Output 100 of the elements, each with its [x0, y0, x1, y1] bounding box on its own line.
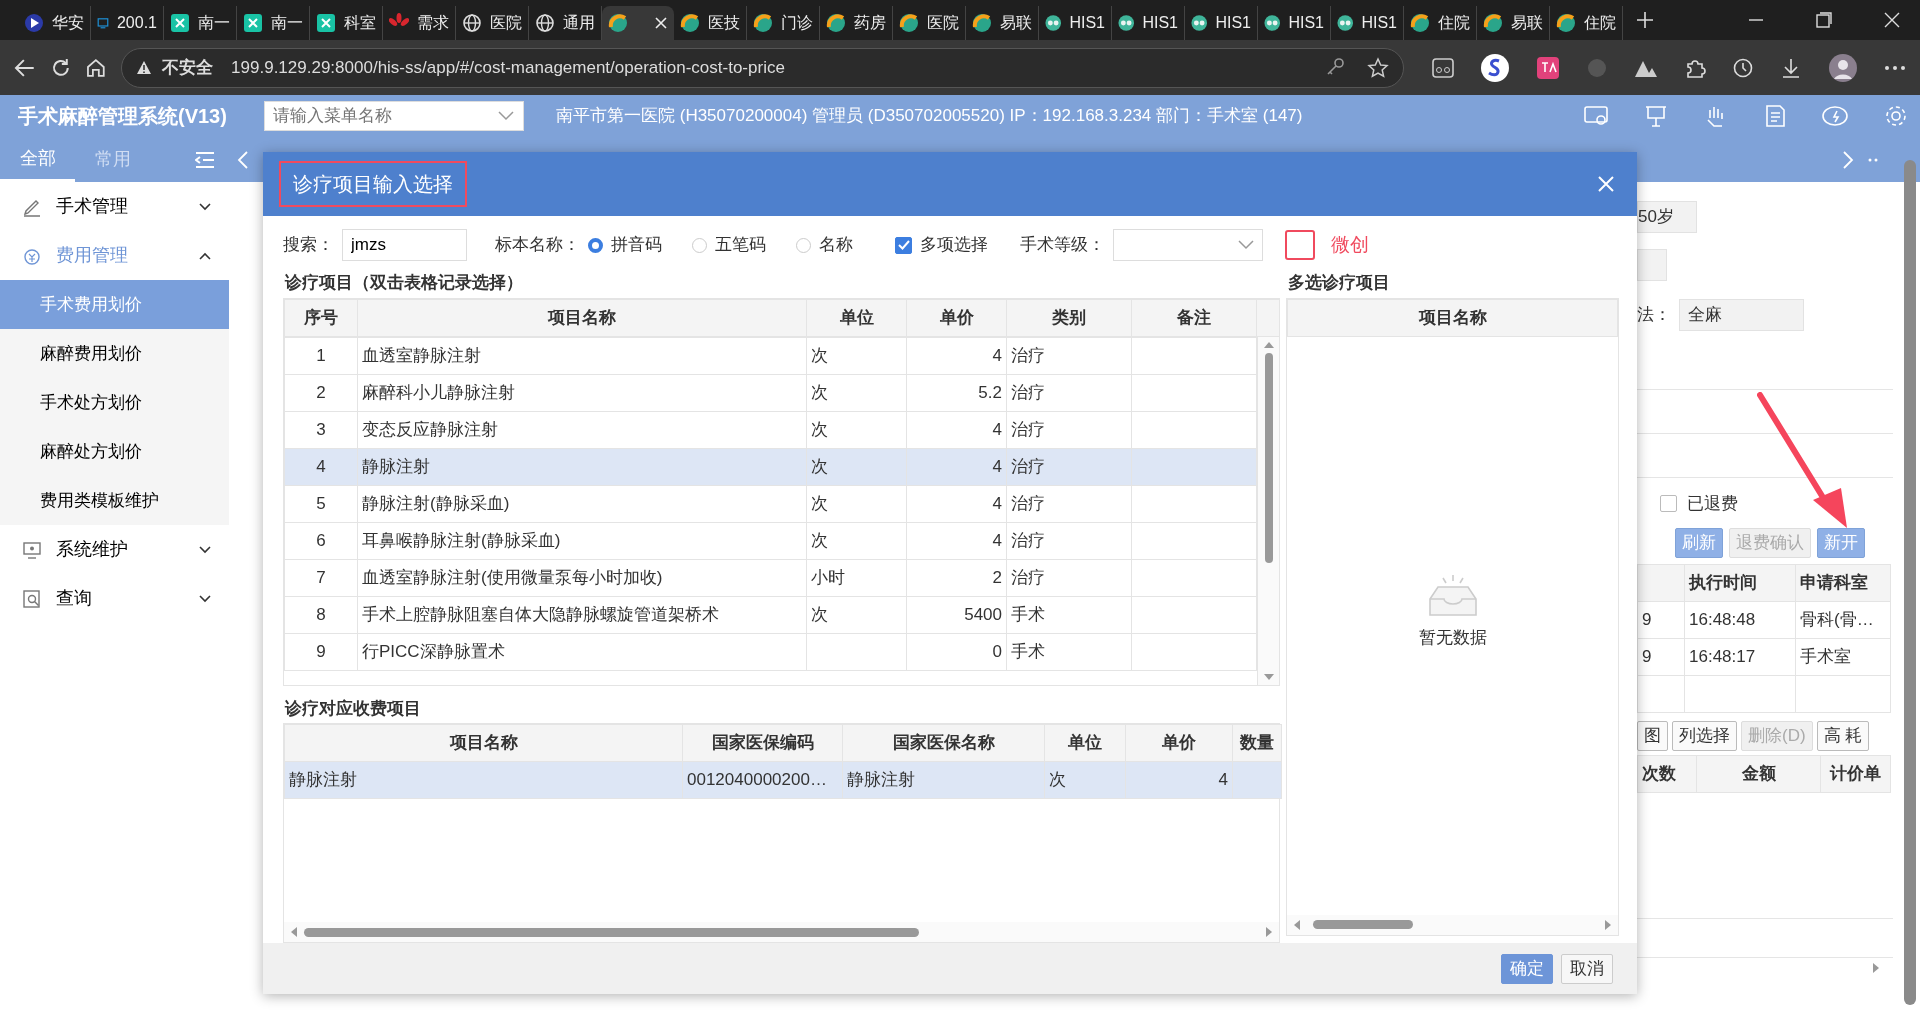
- table-cell: 治疗: [1006, 448, 1132, 485]
- card-icon[interactable]: [1584, 105, 1608, 127]
- menu-search-field[interactable]: 请输入菜单名称: [264, 101, 524, 131]
- table-cell: 4: [906, 448, 1007, 485]
- scroll-right-icon[interactable]: [1872, 961, 1880, 974]
- scrollbar[interactable]: [1257, 336, 1279, 685]
- table-cell: 7: [284, 559, 358, 596]
- table-cell: 4: [284, 448, 358, 485]
- table-cell: 治疗: [1006, 337, 1132, 374]
- app-title: 手术麻醉管理系统(V13): [18, 104, 228, 129]
- column-header: 单位: [1044, 724, 1126, 762]
- table-cell: 1: [284, 337, 358, 374]
- reader-icon[interactable]: [1432, 57, 1454, 78]
- scrollbar[interactable]: [284, 922, 1279, 942]
- collapse-menu-icon[interactable]: [195, 151, 215, 169]
- column-header: 执行时间: [1684, 564, 1796, 601]
- menu-item[interactable]: 麻醉处方划价: [0, 427, 229, 476]
- settings-icon[interactable]: [1884, 104, 1908, 128]
- chevron-down-icon: [199, 545, 211, 554]
- column-header: 国家医保编码: [682, 724, 843, 762]
- scroll-thumb[interactable]: [1313, 920, 1413, 929]
- more-icon[interactable]: [1884, 64, 1906, 71]
- toolbar-button[interactable]: 图: [1637, 720, 1668, 751]
- scrollbar[interactable]: [1904, 160, 1916, 1005]
- table-cell: 次: [806, 596, 907, 633]
- toolbar-button[interactable]: 列选择: [1672, 720, 1737, 751]
- history-icon[interactable]: [1732, 56, 1754, 79]
- url-text[interactable]: 199.9.129.29:8000/his-ss/app/#/cost-management/operation-cost-to-price: [231, 54, 785, 81]
- monitor-icon: [22, 539, 42, 560]
- table-cell: 次: [806, 411, 907, 448]
- browser-tab[interactable]: [602, 6, 674, 40]
- table-row[interactable]: 4 静脉注射 次 4 治疗: [284, 448, 1257, 485]
- translate-icon[interactable]: [1536, 55, 1560, 80]
- search-field[interactable]: jmzs: [342, 229, 467, 262]
- table-row[interactable]: 静脉注射 0012040000200… 静脉注射 次 4: [284, 761, 1282, 799]
- table-row[interactable]: 1 血透室静脉注射 次 4 治疗: [284, 337, 1257, 374]
- toolbar-button[interactable]: 高 耗: [1816, 720, 1870, 751]
- close-icon[interactable]: [654, 16, 668, 30]
- checkbox[interactable]: [1660, 495, 1677, 513]
- scroll-thumb[interactable]: [1264, 352, 1273, 563]
- table-row[interactable]: 6 耳鼻喉静脉注射(静脉采血) 次 4 治疗: [284, 522, 1257, 559]
- table-row[interactable]: 5 静脉注射(静脉采血) 次 4 治疗: [284, 485, 1257, 522]
- table-cell: 静脉注射(静脉采血): [357, 485, 807, 522]
- document-icon[interactable]: [1764, 104, 1786, 128]
- table-cell: 2: [906, 559, 1007, 596]
- table-row[interactable]: 2 麻醉科小儿静脉注射 次 5.2 治疗: [284, 374, 1257, 411]
- swirl-icon: [608, 13, 628, 33]
- close-icon[interactable]: [1884, 12, 1900, 28]
- swirl-icon: [972, 13, 992, 33]
- column-header: 单价: [906, 299, 1007, 336]
- table-row[interactable]: 3 变态反应静脉注射 次 4 治疗: [284, 411, 1257, 448]
- key-icon[interactable]: [1325, 56, 1345, 77]
- new-tab-icon[interactable]: [1635, 10, 1655, 30]
- chevron-up-icon: [199, 251, 211, 260]
- chevron-right-icon[interactable]: [1842, 149, 1854, 170]
- checkbox-label: 已退费: [1687, 493, 1738, 515]
- s-logo-icon[interactable]: [1480, 52, 1510, 83]
- column-header: 金额: [1696, 755, 1821, 792]
- star-icon[interactable]: [1367, 56, 1389, 79]
- presentation-icon[interactable]: [1644, 104, 1668, 128]
- checkbox[interactable]: [1285, 230, 1315, 261]
- section-title: 诊疗项目（双击表格记录选择）: [283, 272, 524, 294]
- maximize-icon[interactable]: [1816, 12, 1832, 28]
- select-field[interactable]: [1113, 229, 1263, 262]
- column-header: 单价: [1125, 724, 1233, 762]
- menu-item[interactable]: 费用类模板维护: [0, 476, 229, 525]
- menu-item[interactable]: 手术处方划价: [0, 378, 229, 427]
- tab-title: HIS1: [1361, 13, 1397, 33]
- tab-title: 200.1: [116, 13, 157, 33]
- table-cell: 行PICC深静脉置术: [357, 633, 807, 670]
- scrollbar[interactable]: [1287, 914, 1618, 935]
- text-field[interactable]: [1637, 249, 1667, 281]
- anesthesia-field[interactable]: 全麻: [1679, 299, 1804, 331]
- home-icon[interactable]: [85, 56, 108, 79]
- dialog-button[interactable]: 取消: [1561, 953, 1613, 984]
- avatar-icon[interactable]: [1828, 52, 1858, 83]
- chevron-left-icon[interactable]: [237, 149, 249, 170]
- badge-icon[interactable]: [1822, 105, 1848, 127]
- app-icon: [170, 13, 190, 33]
- table-cell: 血透室静脉注射(使用微量泵每小时加收): [357, 559, 807, 596]
- table-cell: 变态反应静脉注射: [357, 411, 807, 448]
- glasses-icon: [1337, 13, 1354, 33]
- scroll-down-icon: [1262, 672, 1275, 681]
- glasses-icon: [1045, 13, 1062, 33]
- checkbox[interactable]: [895, 236, 912, 254]
- table-cell: 骨科(骨…: [1795, 601, 1891, 638]
- menu-item[interactable]: 麻醉费用划价: [0, 329, 229, 378]
- table-cell: 2: [284, 374, 358, 411]
- radio-label: 拼音码: [611, 234, 662, 257]
- scroll-thumb[interactable]: [304, 927, 919, 937]
- tab-title: 易联: [1511, 13, 1543, 33]
- radio-button[interactable]: [588, 237, 603, 253]
- table-row[interactable]: 9 行PICC深静脉置术 0 手术: [284, 633, 1257, 670]
- table-cell: 静脉注射: [357, 448, 807, 485]
- scroll-left-icon: [1293, 918, 1301, 931]
- table-row[interactable]: 7 血透室静脉注射(使用微量泵每小时加收) 小时 2 治疗: [284, 559, 1257, 596]
- download-icon[interactable]: [1780, 56, 1802, 79]
- scroll-left-icon: [290, 926, 298, 938]
- table-row[interactable]: 8 手术上腔静脉阻塞自体大隐静脉螺旋管道架桥术 次 5400 手术: [284, 596, 1257, 633]
- age-field[interactable]: 50岁: [1637, 201, 1697, 233]
